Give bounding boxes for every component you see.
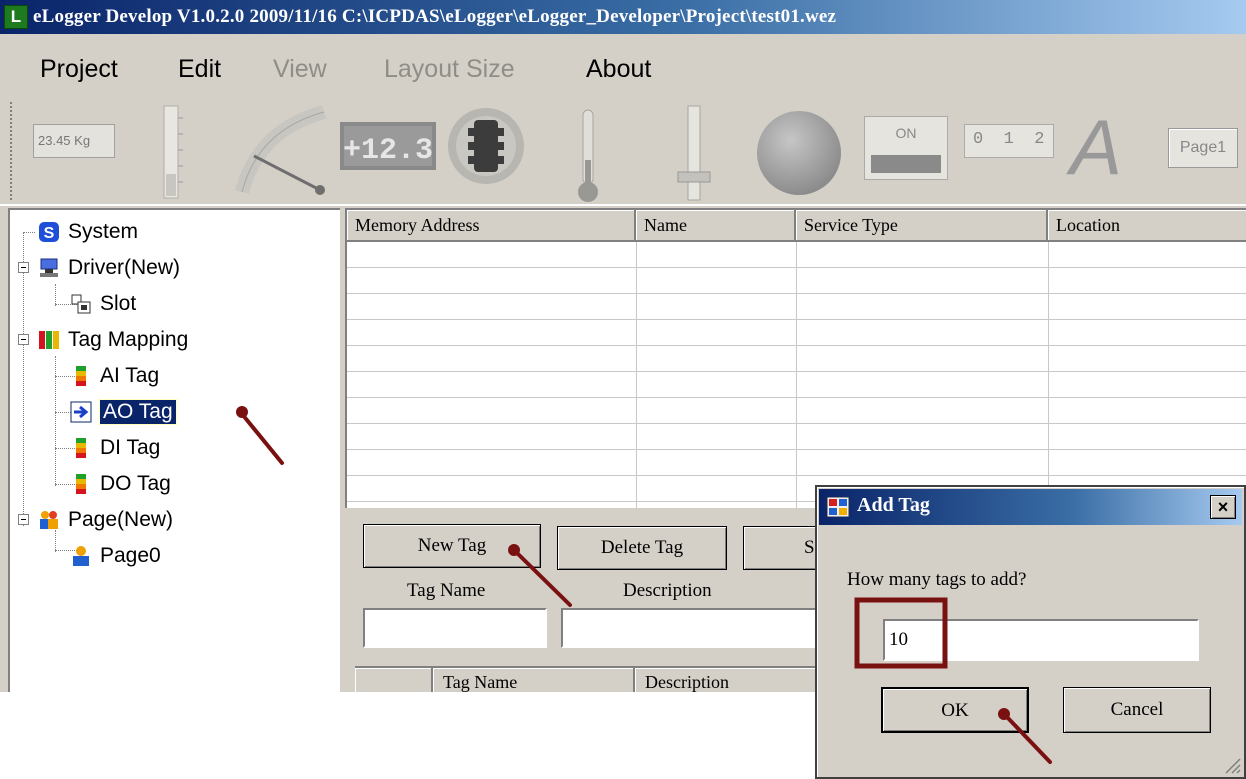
tree-item-ai-tag[interactable]: AI Tag (70, 359, 159, 393)
tree-item-label: Page0 (100, 544, 161, 567)
page-button-icon[interactable]: Page1 (1168, 128, 1238, 168)
column-location[interactable]: Location (1048, 210, 1246, 242)
meter-gauge-icon[interactable] (228, 104, 332, 200)
resize-grip-icon[interactable] (1220, 753, 1242, 775)
tree-collapse-driver[interactable] (18, 262, 29, 273)
driver-icon (38, 257, 60, 279)
tag-grid: Memory Address Name Service Type Locatio… (345, 208, 1246, 508)
digital-display-value: +12.3 (343, 134, 433, 168)
text-display-icon[interactable]: 23.45 Kg (33, 124, 115, 158)
window-title: eLogger Develop V1.0.2.0 2009/11/16 C:\I… (33, 6, 837, 27)
tag-mapping-icon (38, 329, 60, 351)
system-icon: S (38, 221, 60, 243)
menu-layout-size[interactable]: Layout Size (384, 55, 515, 84)
dialog-title: Add Tag (857, 494, 930, 516)
project-tree: S System Driver(New) Slot Tag Mapping AI… (8, 208, 340, 692)
tree-item-label: System (68, 220, 139, 243)
tree-item-do-tag[interactable]: DO Tag (70, 467, 171, 501)
grid-divider (636, 242, 637, 508)
traffic-light-icon[interactable] (446, 106, 526, 186)
delete-tag-button[interactable]: Delete Tag (557, 526, 727, 570)
tag-icon (70, 473, 92, 495)
tree-line (23, 232, 24, 526)
menu-about[interactable]: About (586, 55, 651, 84)
lamp-icon[interactable] (754, 108, 844, 198)
tree-item-tag-mapping[interactable]: Tag Mapping (38, 323, 188, 357)
tree-item-page[interactable]: Page(New) (38, 503, 173, 537)
slot-icon (70, 293, 92, 315)
switch-lever (871, 155, 941, 173)
index-display-icon[interactable]: 0 1 2 (964, 124, 1054, 158)
menu-edit[interactable]: Edit (178, 55, 221, 84)
switch-icon[interactable]: ON (864, 116, 948, 180)
tag-name-label: Tag Name (407, 580, 486, 601)
component-toolbar: 23.45 Kg +12.3 ON 0 1 2 A Page1 (0, 98, 1246, 206)
description-field[interactable] (561, 608, 851, 648)
font-label-icon[interactable]: A (1070, 104, 1134, 190)
grid-divider (1048, 242, 1049, 508)
slider-icon[interactable] (674, 102, 714, 204)
tree-item-page0[interactable]: Page0 (70, 539, 161, 573)
new-tag-button[interactable]: New Tag (363, 524, 541, 568)
index-display-value: 0 1 2 (973, 130, 1045, 149)
tree-collapse-tag-mapping[interactable] (18, 334, 29, 345)
tree-collapse-page[interactable] (18, 514, 29, 525)
toolbar-grip[interactable] (10, 102, 13, 200)
add-tag-dialog: Add Tag × How many tags to add? 10 OK Ca… (815, 485, 1246, 779)
text-display-value: 23.45 Kg (38, 133, 91, 148)
menu-view[interactable]: View (273, 55, 327, 84)
tag-icon (70, 365, 92, 387)
tree-item-slot[interactable]: Slot (70, 287, 136, 321)
cancel-button[interactable]: Cancel (1063, 687, 1211, 733)
page-icon (70, 545, 92, 567)
tree-item-system[interactable]: S System (38, 215, 138, 249)
arrow-right-icon (70, 401, 92, 423)
tree-item-ao-tag[interactable]: AO Tag (70, 395, 177, 429)
switch-label: ON (895, 125, 917, 141)
column-name[interactable]: Name (636, 210, 796, 242)
tag-name-field[interactable] (363, 608, 547, 648)
tag-icon (70, 437, 92, 459)
tree-item-label: DI Tag (100, 436, 161, 459)
vertical-gauge-icon[interactable] (158, 104, 186, 202)
column-memory-address[interactable]: Memory Address (347, 210, 636, 242)
app-icon: L (4, 5, 28, 29)
tree-item-label: Tag Mapping (68, 328, 189, 351)
column-service-type[interactable]: Service Type (796, 210, 1048, 242)
seven-segment-icon[interactable]: +12.3 (340, 122, 436, 170)
page-group-icon (38, 509, 60, 531)
tag-grid-header: Memory Address Name Service Type Locatio… (347, 210, 1246, 242)
tree-item-label: Slot (100, 292, 137, 315)
close-button[interactable]: × (1210, 495, 1236, 519)
title-bar: L eLogger Develop V1.0.2.0 2009/11/16 C:… (0, 0, 1246, 34)
tree-item-label: Page(New) (68, 508, 174, 531)
dialog-app-icon (826, 496, 850, 518)
column-tag-name[interactable]: Tag Name (433, 668, 635, 692)
svg-text:S: S (44, 225, 55, 242)
tree-line (55, 284, 56, 306)
row-header-column (355, 668, 433, 692)
tag-count-prompt: How many tags to add? (847, 569, 1027, 590)
tree-item-label: AI Tag (100, 364, 160, 387)
thermometer-icon[interactable] (574, 108, 602, 204)
tree-item-label: DO Tag (100, 472, 171, 495)
menu-bar: Project Edit View Layout Size About (0, 34, 1246, 98)
tree-item-driver[interactable]: Driver(New) (38, 251, 180, 285)
menu-project[interactable]: Project (40, 55, 118, 84)
tag-count-input[interactable]: 10 (883, 619, 1199, 661)
tree-item-di-tag[interactable]: DI Tag (70, 431, 160, 465)
tree-item-label: Driver(New) (68, 256, 180, 279)
tree-item-label: AO Tag (99, 399, 177, 425)
description-label: Description (623, 580, 712, 601)
grid-divider (796, 242, 797, 508)
tree-line (23, 232, 35, 233)
dialog-title-bar[interactable]: Add Tag × (819, 489, 1242, 525)
ok-button[interactable]: OK (881, 687, 1029, 733)
